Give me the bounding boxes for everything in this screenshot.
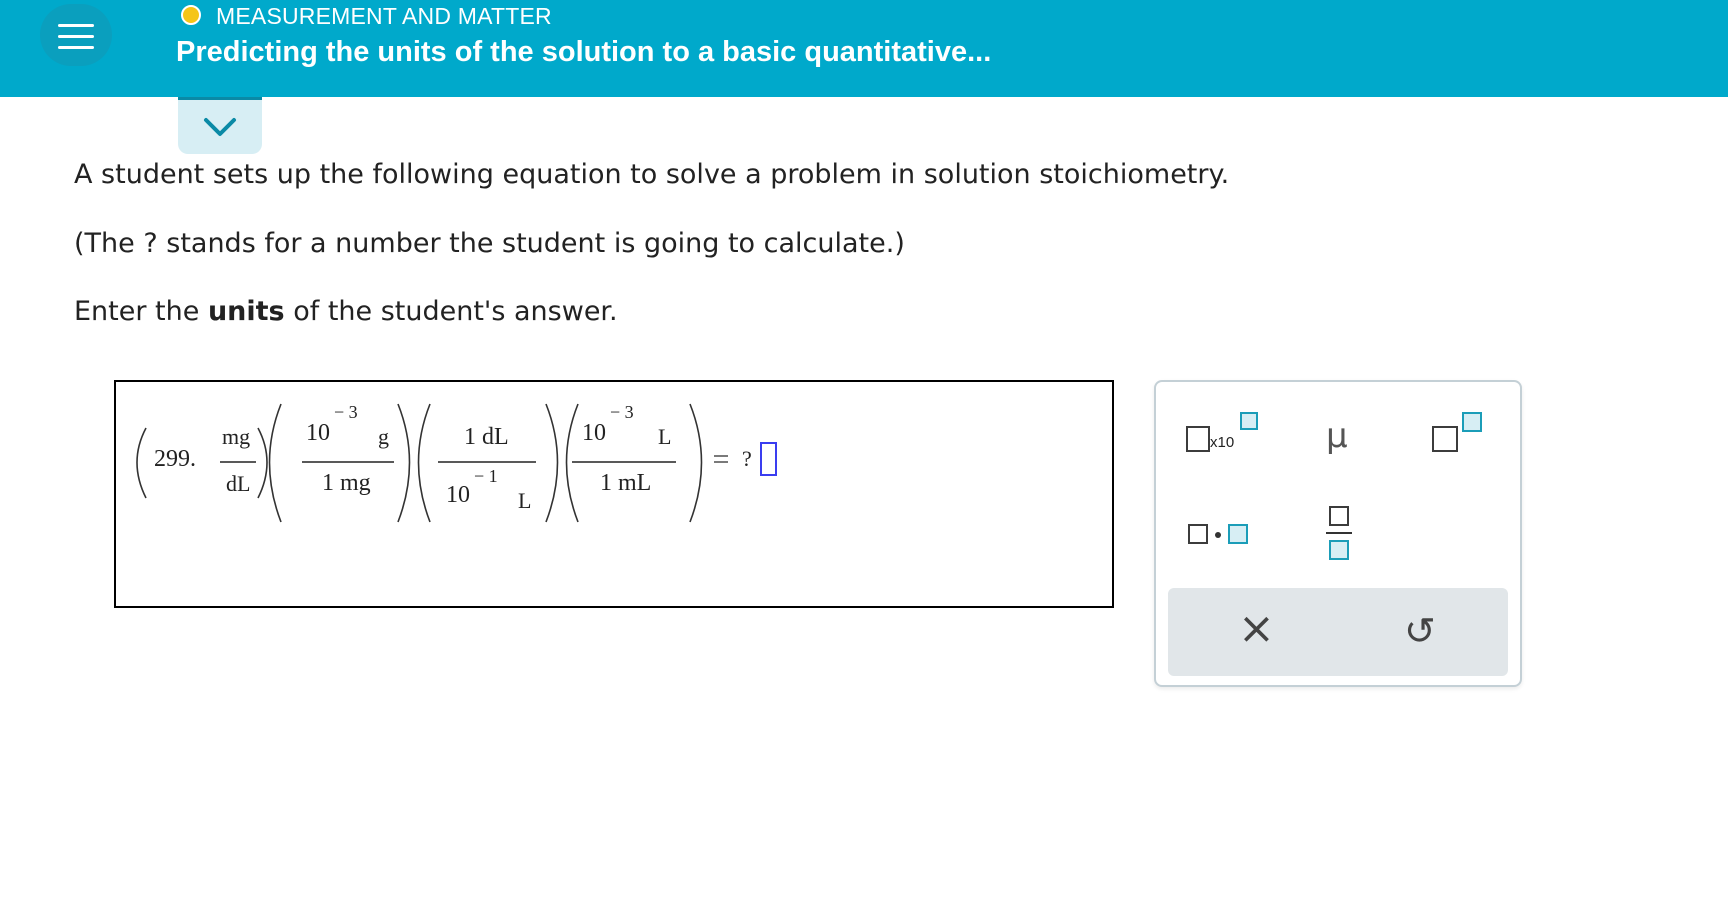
factor1-numerator: mg	[222, 424, 251, 449]
multiply-dot-button[interactable]	[1188, 522, 1248, 546]
factor4-num-base: 10	[582, 420, 606, 446]
factor4-num-exp: − 3	[610, 402, 634, 422]
factor3-den-unit: L	[518, 488, 532, 513]
header-bar: MEASUREMENT AND MATTER Predicting the un…	[0, 0, 1728, 97]
factor4-num-unit: L	[658, 424, 672, 449]
menu-icon-line	[58, 35, 94, 38]
question-note: (The ? stands for a number the student i…	[74, 228, 905, 259]
factor2-num-base: 10	[306, 420, 330, 446]
menu-icon-line	[58, 46, 94, 49]
instruction-suffix: of the student's answer.	[284, 296, 618, 327]
chevron-down-icon	[204, 118, 236, 136]
answer-input[interactable]	[760, 442, 777, 476]
coefficient: 299.	[154, 446, 196, 472]
factor3-den-exp: − 1	[474, 466, 498, 486]
undo-button[interactable]: ↺	[1404, 606, 1436, 656]
topic-status-dot	[181, 5, 201, 25]
base-slot-icon	[1432, 426, 1458, 452]
right-slot-icon	[1228, 524, 1248, 544]
factor2-num-unit: g	[378, 424, 389, 449]
fraction-bar-icon	[1326, 532, 1352, 534]
times-ten-label: x10	[1210, 434, 1235, 451]
factor1-denominator: dL	[226, 471, 251, 496]
instruction-prefix: Enter the	[74, 296, 208, 327]
unknown-marker: ?	[742, 446, 752, 471]
topic-label: MEASUREMENT AND MATTER	[216, 3, 552, 29]
superscript-button[interactable]	[1432, 412, 1484, 452]
factor3-den-base: 10	[446, 482, 470, 508]
numerator-slot-icon	[1329, 506, 1349, 526]
left-slot-icon	[1188, 524, 1208, 544]
factor2-denominator: 1 mg	[322, 470, 371, 496]
menu-icon-line	[58, 24, 94, 27]
mu-symbol-button[interactable]: μ	[1326, 416, 1348, 456]
palette-action-bar: × ↺	[1168, 588, 1508, 676]
math-palette: x10 μ × ↺	[1154, 380, 1522, 687]
page-title: Predicting the units of the solution to …	[176, 36, 992, 68]
equation-box: 299. mg dL 10 − 3 g 1 mg 1 dL 10 − 1 L 1…	[114, 380, 1114, 608]
base-slot-icon	[1186, 426, 1210, 452]
factor2-num-exp: − 3	[334, 402, 358, 422]
scientific-notation-button[interactable]: x10	[1186, 412, 1258, 452]
factor4-denominator: 1 mL	[600, 470, 652, 496]
question-text: A student sets up the following equation…	[74, 159, 1230, 190]
menu-button[interactable]	[40, 4, 112, 66]
factor3-numerator: 1 dL	[464, 424, 509, 450]
exponent-slot-icon	[1462, 412, 1482, 432]
question-instruction: Enter the units of the student's answer.	[74, 296, 618, 327]
denominator-slot-icon	[1329, 540, 1349, 560]
exponent-slot-icon	[1240, 412, 1258, 430]
dot-operator-icon	[1215, 532, 1221, 538]
expand-header-button[interactable]	[178, 97, 262, 154]
clear-button[interactable]: ×	[1238, 604, 1275, 654]
instruction-emphasis: units	[207, 296, 285, 327]
equation: 299. mg dL 10 − 3 g 1 mg 1 dL 10 − 1 L 1…	[116, 382, 1116, 610]
fraction-button[interactable]	[1326, 506, 1352, 562]
